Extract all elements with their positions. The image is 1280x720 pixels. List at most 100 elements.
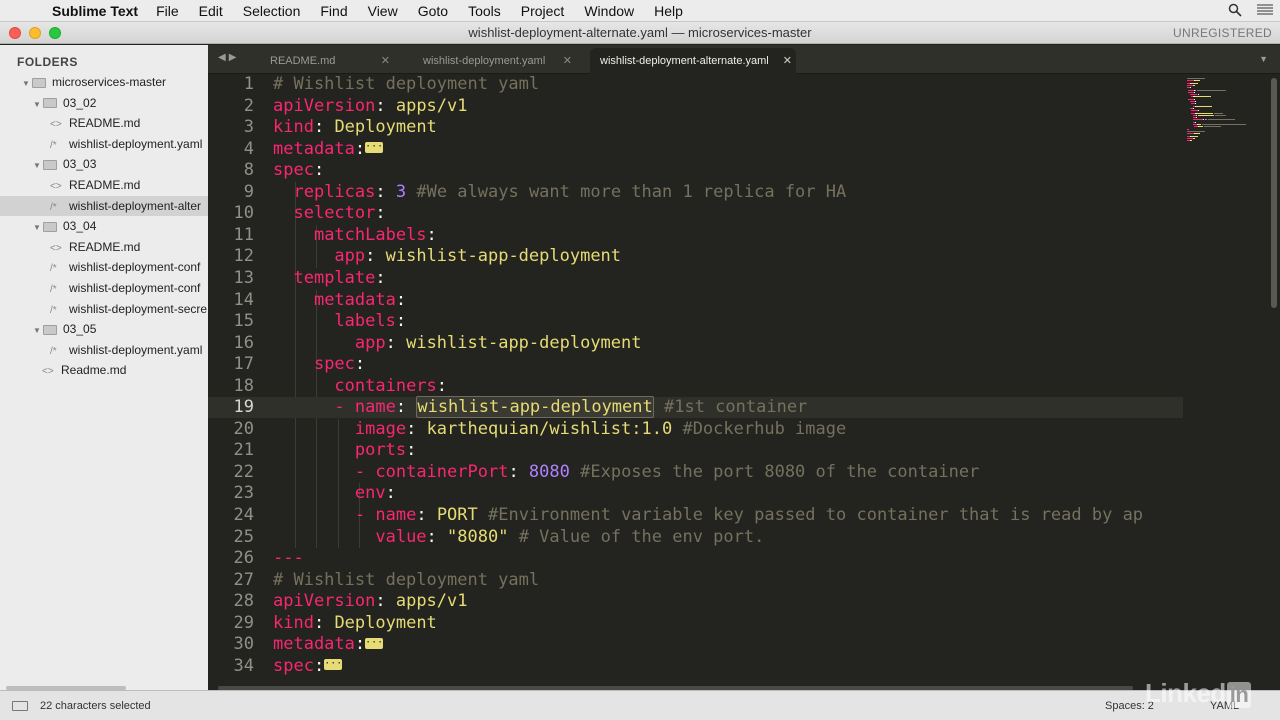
disclosure-arrow-icon[interactable]: ▼ (33, 95, 43, 113)
code-line[interactable]: 22 - containerPort: 8080 #Exposes the po… (208, 462, 1188, 483)
code-line[interactable]: 11 matchLabels: (208, 225, 1188, 246)
sidebar-file[interactable]: <> README.md (0, 237, 208, 257)
code-line[interactable]: 3 kind: Deployment (208, 117, 1188, 138)
code-line[interactable]: 23 env: (208, 483, 1188, 504)
sidebar-folder[interactable]: ▼ 03_05 (0, 319, 208, 339)
sidebar-file[interactable]: <> README.md (0, 113, 208, 133)
code-line[interactable]: 14 metadata: (208, 290, 1188, 311)
code-token: # Value of the env port. (518, 526, 765, 547)
minimap[interactable] (1183, 74, 1268, 686)
tab-label: wishlist-deployment-alternate.yaml (600, 55, 769, 67)
sidebar-item-label: README.md (69, 116, 141, 131)
sidebar-file[interactable]: /* wishlist-deployment-secre (0, 299, 208, 319)
tab-list-dropdown-icon[interactable]: ▼ (1259, 54, 1268, 64)
folded-block-icon[interactable]: ··· (365, 142, 383, 154)
sidebar-file[interactable]: /* wishlist-deployment.yaml (0, 340, 208, 360)
sidebar-file[interactable]: /* wishlist-deployment-conf (0, 278, 208, 298)
folded-block-icon[interactable]: ··· (324, 659, 342, 671)
tab-wishlist-deployment-alternate[interactable]: wishlist-deployment-alternate.yaml ✕ (590, 48, 796, 74)
disclosure-arrow-icon[interactable]: ▼ (33, 156, 43, 174)
close-tab-icon[interactable]: ✕ (783, 48, 792, 74)
code-token: : (354, 138, 366, 159)
menu-help[interactable]: Help (654, 3, 683, 19)
code-line[interactable]: 9 replicas: 3 #We always want more than … (208, 182, 1188, 203)
sidebar-folder[interactable]: ▼ 03_03 (0, 154, 208, 174)
close-tab-icon[interactable]: ✕ (381, 48, 390, 74)
code-token: : (375, 181, 396, 202)
code-line[interactable]: 15 labels: (208, 311, 1188, 332)
code-line[interactable]: 18 containers: (208, 376, 1188, 397)
menu-tools[interactable]: Tools (468, 3, 501, 19)
code-line[interactable]: 1 # Wishlist deployment yaml (208, 74, 1188, 95)
line-number: 30 (233, 634, 254, 655)
disclosure-arrow-icon[interactable]: ▼ (33, 218, 43, 236)
code-line[interactable]: 8 spec: (208, 160, 1188, 181)
menu-project[interactable]: Project (521, 3, 565, 19)
disclosure-arrow-icon[interactable]: ▼ (22, 74, 32, 92)
close-tab-icon[interactable]: ✕ (563, 48, 572, 74)
code-line[interactable]: 28 apiVersion: apps/v1 (208, 591, 1188, 612)
menu-selection[interactable]: Selection (243, 3, 301, 19)
sidebar-folder[interactable]: ▼ 03_02 (0, 93, 208, 113)
code-line[interactable]: 13 template: (208, 268, 1188, 289)
menu-window[interactable]: Window (584, 3, 634, 19)
markdown-file-icon: <> (50, 242, 62, 254)
code-token: kind (273, 117, 314, 138)
code-text: image: karthequian/wishlist:1.0 #Dockerh… (273, 419, 846, 440)
sidebar-folder[interactable]: ▼ microservices-master (0, 72, 208, 92)
menu-edit[interactable]: Edit (199, 3, 223, 19)
code-line[interactable]: 26 --- (208, 548, 1188, 569)
code-line[interactable]: 4 metadata:··· (208, 139, 1188, 160)
menu-app-name[interactable]: Sublime Text (52, 3, 138, 19)
menu-view[interactable]: View (368, 3, 398, 19)
code-line[interactable]: 12 app: wishlist-app-deployment (208, 246, 1188, 267)
code-line[interactable]: 34 spec:··· (208, 656, 1188, 677)
vertical-scrollbar[interactable] (1268, 74, 1280, 686)
spotlight-search-icon[interactable] (1220, 3, 1250, 20)
code-token: spec (273, 655, 314, 676)
code-line[interactable]: 24 - name: PORT #Environment variable ke… (208, 505, 1188, 526)
menu-file[interactable]: File (156, 3, 179, 19)
code-text: metadata: (273, 290, 406, 311)
code-line[interactable]: 29 kind: Deployment (208, 613, 1188, 634)
code-line[interactable]: 30 metadata:··· (208, 634, 1188, 655)
vertical-scrollbar-thumb[interactable] (1271, 78, 1277, 308)
code-line[interactable]: 20 image: karthequian/wishlist:1.0 #Dock… (208, 419, 1188, 440)
folder-icon (43, 325, 57, 336)
code-token: #Exposes the port 8080 of the container (580, 461, 980, 482)
notification-center-icon[interactable] (1250, 3, 1280, 19)
code-line[interactable]: 2 apiVersion: apps/v1 (208, 96, 1188, 117)
menu-goto[interactable]: Goto (418, 3, 448, 19)
code-token: : (313, 655, 325, 676)
minimap-line (1187, 128, 1190, 130)
code-line[interactable]: 21 ports: (208, 440, 1188, 461)
menu-find[interactable]: Find (320, 3, 347, 19)
line-number: 2 (243, 95, 254, 116)
code-token: env (354, 483, 386, 504)
tab-wishlist-deployment[interactable]: wishlist-deployment.yaml ✕ (414, 48, 576, 74)
code-line[interactable]: 16 app: wishlist-app-deployment (208, 333, 1188, 354)
code-line[interactable]: 17 spec: (208, 354, 1188, 375)
disclosure-arrow-icon[interactable]: ▼ (33, 321, 43, 339)
license-status: UNREGISTERED (1173, 26, 1272, 40)
code-line[interactable]: 10 selector: (208, 203, 1188, 224)
folded-block-icon[interactable]: ··· (365, 637, 383, 649)
sidebar-file[interactable]: /* wishlist-deployment-conf (0, 257, 208, 277)
code-token: : (354, 354, 366, 375)
sidebar-folder[interactable]: ▼ 03_04 (0, 216, 208, 236)
tab-readme[interactable]: README.md ✕ (260, 48, 394, 74)
code-editor[interactable]: 1 # Wishlist deployment yaml 2 apiVersion: … (208, 74, 1268, 686)
code-line[interactable]: 27 # Wishlist deployment yaml (208, 570, 1188, 591)
tab-nav-arrows-icon[interactable]: ◀▶ (218, 52, 239, 63)
sidebar-file[interactable]: /* wishlist-deployment-alter (0, 195, 208, 216)
code-token: apps/v1 (395, 95, 468, 116)
sidebar-file[interactable]: /* wishlist-deployment.yaml (0, 134, 208, 154)
sidebar-file[interactable]: <> Readme.md (0, 360, 208, 380)
code-line[interactable]: 25 value: "8080" # Value of the env port… (208, 527, 1188, 548)
mac-menubar: Sublime Text File Edit Selection Find Vi… (0, 0, 1280, 22)
code-token: : (406, 440, 417, 461)
code-line[interactable]: 19 - name: wishlist-app-deployment #1st … (208, 396, 1188, 419)
panel-toggle-icon[interactable] (12, 701, 28, 711)
sidebar-file[interactable]: <> README.md (0, 175, 208, 195)
